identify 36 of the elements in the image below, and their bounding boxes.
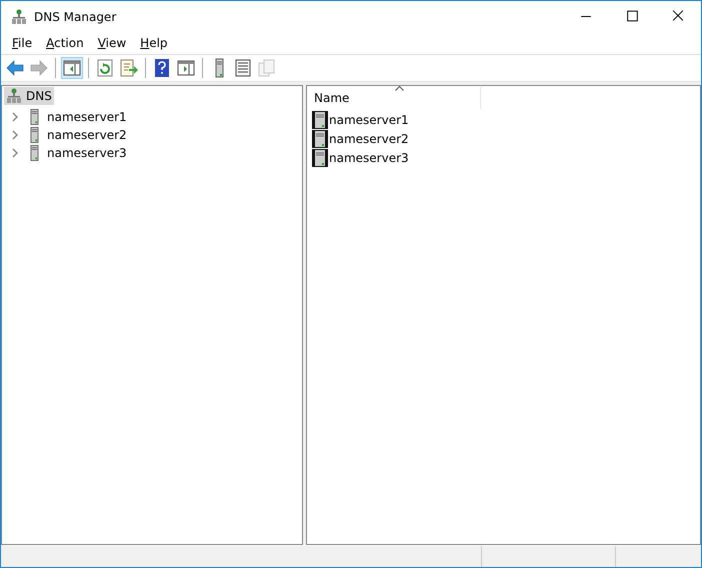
action-pane-icon: [176, 58, 196, 78]
server-icon: [30, 109, 39, 125]
list-icon: [233, 58, 253, 78]
server-icon: [312, 130, 328, 148]
tree-item[interactable]: nameserver1: [47, 110, 127, 124]
list-item[interactable]: nameserver2: [329, 132, 409, 146]
menu-item[interactable]: Action: [39, 36, 91, 50]
list-item[interactable]: nameserver3: [329, 150, 409, 164]
console-tree-icon: [62, 58, 82, 78]
network-icon: [11, 8, 27, 24]
help-icon: [152, 58, 172, 78]
tree-item[interactable]: nameserver3: [47, 146, 127, 160]
network-icon: [6, 88, 22, 104]
sort-icon: [395, 86, 404, 91]
copy-icon: [257, 58, 277, 78]
export-button[interactable]: [118, 57, 140, 79]
column-header[interactable]: Name: [307, 87, 481, 109]
menu-item[interactable]: View: [90, 36, 134, 50]
server-icon: [312, 110, 328, 128]
expand-icon[interactable]: [10, 130, 20, 140]
menu-item[interactable]: File: [5, 36, 40, 50]
window-title: DNS Manager: [34, 10, 118, 24]
server-icon: [30, 127, 39, 143]
export-icon: [119, 58, 139, 78]
server-icon: [30, 145, 39, 161]
refresh-icon: [95, 58, 115, 78]
console-tree-button[interactable]: [61, 57, 83, 79]
tree-item[interactable]: DNS: [4, 87, 54, 105]
expand-icon[interactable]: [10, 148, 20, 158]
forward-icon: [29, 58, 49, 78]
menu-item[interactable]: Help: [133, 36, 175, 50]
server-icon: [312, 148, 328, 166]
list-item[interactable]: nameserver1: [329, 112, 409, 126]
back-icon: [5, 58, 25, 78]
tree-item[interactable]: nameserver2: [47, 128, 127, 142]
expand-icon[interactable]: [10, 112, 20, 122]
